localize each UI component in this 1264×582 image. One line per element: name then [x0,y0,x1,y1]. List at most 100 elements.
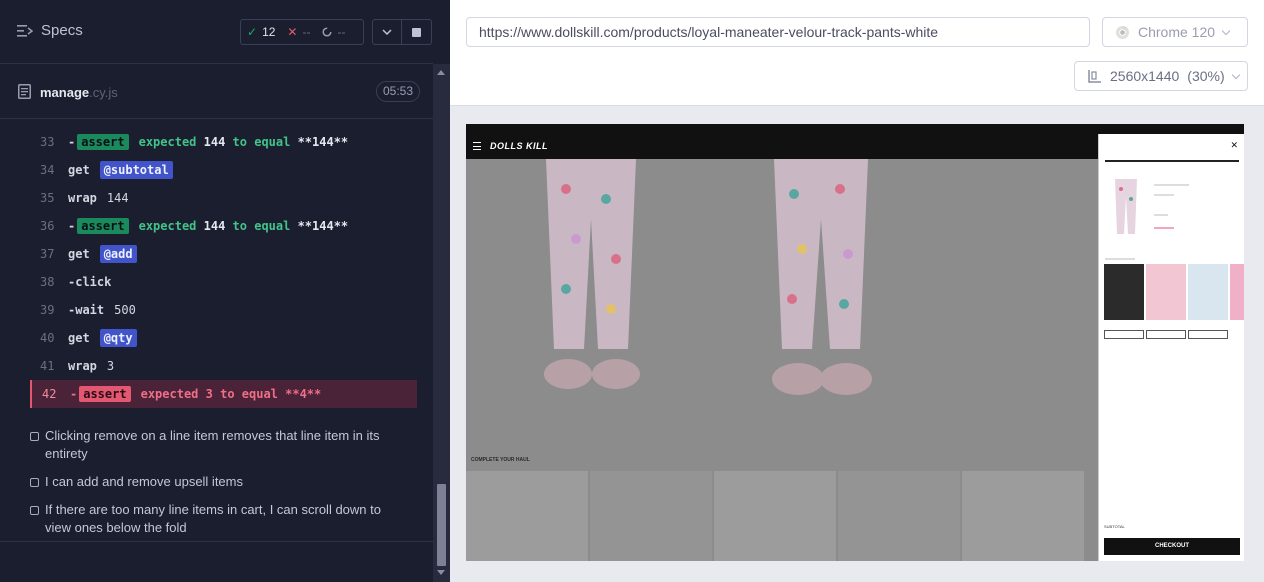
haul-product-tile[interactable] [838,471,960,561]
product-image-right [772,159,872,395]
test-item[interactable]: Clicking remove on a line item removes t… [30,427,410,463]
cart-item-image [1115,179,1137,234]
specs-menu-icon [17,24,33,37]
viewport-zoom: (30%) [1187,68,1225,84]
upsell-add-button[interactable] [1146,330,1186,339]
command-message: expected 3 to equal **4** [140,387,322,401]
haul-product-tile[interactable] [590,471,712,561]
command-row-failed[interactable]: 42 - assert expected 3 to equal **4** [30,380,417,408]
upsell-item[interactable] [1230,264,1244,320]
chevron-down-icon [382,29,392,35]
run-duration: 05:53 [376,81,421,102]
haul-product-tile[interactable] [962,471,1084,561]
stop-icon [412,27,421,37]
aut-toolbar: https://www.dollskill.com/products/loyal… [450,0,1264,106]
alias-badge: @add [99,245,137,263]
complete-your-haul-heading: COMPLETE YOUR HAUL [471,457,530,463]
command-number: 42 [42,387,57,401]
specs-label: Specs [41,22,83,39]
collapse-button[interactable] [372,19,402,45]
passed-count: 12 [262,25,276,39]
command-name: click [75,275,112,289]
haul-product-tile[interactable] [714,471,836,561]
reporter-scrollbar[interactable] [433,64,450,582]
chevron-down-icon [1221,26,1231,35]
upsell-add-button[interactable] [1188,330,1228,339]
command-message: 500 [114,303,136,317]
command-number: 34 [40,163,55,177]
command-row[interactable]: 38 - click [30,268,417,296]
scroll-down-arrow-icon[interactable] [437,570,445,575]
cart-subtotal-label: SUBTOTAL [1104,524,1125,529]
x-icon: ✕ [287,25,298,39]
cart-drawer: ✕ SUBTOTAL CHECKOUT [1098,134,1244,561]
pending-spinner-icon [322,27,333,37]
command-row[interactable]: 41 wrap 3 [30,352,417,380]
browser-select[interactable]: Chrome 120 [1102,17,1248,47]
alias-badge: @subtotal [99,161,173,179]
command-number: 35 [40,191,55,205]
checkout-button[interactable]: CHECKOUT [1104,538,1240,555]
divider [0,541,433,542]
aut-iframe[interactable]: DOLLS KILL COMPLETE YOUR HAUL ✕ SUBTOTAL… [466,124,1244,561]
command-row[interactable]: 35 wrap 144 [30,184,417,212]
stop-button[interactable] [402,19,432,45]
spec-file-basename: manage [40,85,90,100]
site-nav: DOLLS KILL [466,134,1098,159]
reporter-header: Specs ✓ 12 ✕ -- -- [0,0,433,64]
test-status-icon [30,432,39,441]
site-logo: DOLLS KILL [490,141,548,151]
alias-badge: @qty [99,329,137,347]
command-name: wait [75,303,105,317]
command-log-panel: Specs ✓ 12 ✕ -- -- manage.cy.js 05:53 33… [0,0,450,582]
assert-badge: assert [77,134,129,150]
upsell-add-button[interactable] [1104,330,1144,339]
pending-count: -- [337,25,346,39]
aut-panel: https://www.dollskill.com/products/loyal… [450,0,1264,582]
promo-banner [466,124,1244,134]
upsell-item[interactable] [1146,264,1186,320]
test-item[interactable]: If there are too many line items in cart… [30,501,410,537]
command-name: wrap [68,191,97,205]
command-number: 33 [40,135,55,149]
command-list: 33 - assert expected 144 to equal **144**… [0,120,433,420]
test-status-icon [30,478,39,487]
command-row[interactable]: 33 - assert expected 144 to equal **144** [30,128,417,156]
command-number: 36 [40,219,55,233]
url-bar[interactable]: https://www.dollskill.com/products/loyal… [466,17,1090,47]
test-status-icon [30,506,39,515]
upsell-item[interactable] [1104,264,1144,320]
command-number: 37 [40,247,55,261]
upsell-item[interactable] [1188,264,1228,320]
haul-product-tile[interactable] [466,471,588,561]
close-icon[interactable]: ✕ [1230,140,1238,151]
command-row[interactable]: 39 - wait 500 [30,296,417,324]
specs-button[interactable]: Specs [17,22,83,39]
test-title: Clicking remove on a line item removes t… [45,428,380,461]
chrome-icon [1115,25,1130,39]
chevron-down-icon [1231,70,1240,79]
scroll-thumb[interactable] [437,484,446,566]
test-title: I can add and remove upsell items [45,474,243,489]
command-name: get [68,163,90,177]
test-stats: ✓ 12 ✕ -- -- [240,19,364,45]
assert-badge: assert [79,386,131,402]
command-row[interactable]: 34 get @subtotal [30,156,417,184]
ruler-icon [1088,69,1101,83]
command-row[interactable]: 40 get @qty [30,324,417,352]
command-number: 41 [40,359,55,373]
check-icon: ✓ [247,25,258,39]
hamburger-menu-icon[interactable] [473,142,481,150]
product-image-left [544,159,640,389]
test-item[interactable]: I can add and remove upsell items [30,473,410,491]
command-row[interactable]: 36 - assert expected 144 to equal **144** [30,212,417,240]
command-row[interactable]: 37 get @add [30,240,417,268]
assert-badge: assert [77,218,129,234]
command-number: 40 [40,331,55,345]
free-shipping-progress [1105,160,1239,162]
browser-name: Chrome 120 [1138,24,1216,40]
command-name: get [68,331,90,345]
viewport-select[interactable]: 2560x1440 (30%) [1074,61,1248,91]
scroll-up-arrow-icon[interactable] [437,70,445,75]
command-message: 3 [106,359,115,373]
